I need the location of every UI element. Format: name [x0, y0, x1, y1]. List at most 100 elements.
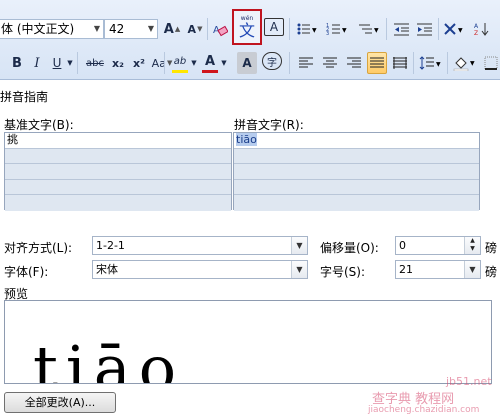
base-text-cell[interactable]: [5, 148, 231, 164]
highlight-button[interactable]: ab: [170, 50, 190, 72]
base-text-value: 挑: [7, 133, 18, 146]
clear-formatting-button[interactable]: A: [210, 18, 230, 40]
chevron-down-icon[interactable]: ▼: [148, 20, 154, 38]
align-right-icon: [347, 57, 361, 68]
ruby-text-value: tiāo: [236, 133, 257, 146]
subscript-button[interactable]: x₂: [109, 52, 127, 74]
underline-label: U: [52, 56, 62, 70]
chevron-down-icon[interactable]: ▼: [464, 261, 480, 278]
ribbon: 体 (中文正文) ▼ 42 ▼ A ▲ A ▼ A wén 文 A ▼ 1 2 3 ▼ ▼…: [0, 0, 500, 80]
phonetic-guide-button[interactable]: wén 文: [232, 9, 262, 45]
offset-unit: 磅: [485, 241, 498, 255]
preview-pane: tiāo: [4, 300, 492, 384]
svg-text:▼: ▼: [458, 27, 463, 34]
font-color-button[interactable]: A: [201, 50, 219, 72]
change-all-button[interactable]: 全部更改(A)...: [4, 392, 116, 413]
alignment-label: 对齐方式(L):: [4, 241, 73, 255]
subscript-label: x₂: [112, 56, 124, 70]
size-unit: 磅: [485, 265, 498, 279]
phonetic-guide-char: 文: [238, 20, 255, 40]
grow-font-button[interactable]: A ▲: [162, 18, 182, 40]
preview-text: tiāo: [33, 332, 185, 384]
alignment-select[interactable]: 1-2-1 ▼: [92, 236, 308, 255]
size-select[interactable]: 21 ▼: [395, 260, 481, 279]
character-border-button[interactable]: A: [264, 18, 284, 36]
character-shading-button[interactable]: A: [237, 52, 257, 74]
strikethrough-button[interactable]: abc: [84, 52, 106, 74]
svg-text:Z: Z: [474, 30, 478, 36]
separator: [289, 52, 290, 74]
multilevel-list-button[interactable]: ▼: [357, 18, 383, 40]
ruby-text-label: 拼音文字(R):: [234, 118, 304, 132]
justify-button[interactable]: [367, 52, 387, 74]
multilevel-list-icon: ▼: [359, 24, 379, 34]
svg-text:▼: ▼: [374, 27, 379, 34]
svg-text:▼: ▼: [312, 27, 317, 34]
base-text-cell[interactable]: [5, 179, 231, 195]
chevron-down-icon[interactable]: ▼: [291, 261, 307, 278]
ruby-text-cell[interactable]: [234, 148, 479, 164]
font-select[interactable]: 宋体 ▼: [92, 260, 308, 279]
italic-button[interactable]: I: [28, 52, 46, 74]
line-spacing-icon: ▼: [419, 56, 441, 70]
line-spacing-button[interactable]: ▼: [418, 52, 444, 74]
shrink-font-button[interactable]: A ▼: [185, 18, 205, 40]
superscript-button[interactable]: x²: [130, 52, 148, 74]
base-text-cell[interactable]: [5, 195, 231, 211]
distributed-button[interactable]: [390, 52, 410, 74]
ruby-text-cell[interactable]: [234, 164, 479, 180]
ruby-text-cell[interactable]: [234, 179, 479, 195]
svg-text:▼: ▼: [436, 61, 441, 68]
enclose-characters-button[interactable]: 字: [262, 52, 282, 70]
font-name-combobox[interactable]: 体 (中文正文) ▼: [0, 19, 104, 39]
offset-label: 偏移量(O):: [320, 241, 379, 255]
size-value: 21: [399, 263, 413, 276]
font-label: 字体(F):: [4, 265, 49, 279]
svg-text:3: 3: [326, 31, 329, 36]
chevron-down-icon: ▼: [67, 59, 73, 67]
superscript-label: x²: [133, 56, 145, 70]
base-text-grid: 挑: [4, 132, 232, 211]
bold-button[interactable]: B: [8, 52, 26, 74]
sort-icon: AZ: [474, 23, 489, 36]
chinese-layout-button[interactable]: ▼: [442, 18, 468, 40]
ruby-text-cell[interactable]: tiāo: [234, 133, 479, 149]
border-icon: [484, 56, 498, 70]
underline-button[interactable]: U: [48, 52, 66, 74]
highlight-label: ab: [173, 55, 187, 67]
separator: [164, 52, 165, 74]
font-size-combobox[interactable]: 42 ▼: [104, 19, 158, 39]
highlight-color-swatch: [172, 70, 188, 73]
base-text-cell[interactable]: [5, 164, 231, 180]
underline-dropdown[interactable]: ▼: [66, 52, 74, 74]
base-text-cell[interactable]: 挑: [5, 133, 231, 149]
increase-indent-icon: [417, 23, 432, 36]
ruby-text-cell[interactable]: [234, 195, 479, 211]
sort-button[interactable]: AZ: [472, 18, 492, 40]
font-color-label: A: [204, 53, 216, 69]
align-left-button[interactable]: [296, 52, 316, 74]
numbering-button[interactable]: 1 2 3 ▼: [325, 18, 351, 40]
decrease-indent-icon: [394, 23, 409, 36]
decrease-indent-button[interactable]: [392, 18, 412, 40]
offset-spinner[interactable]: 0 ▲ ▼: [395, 236, 481, 255]
chinese-layout-icon: ▼: [444, 23, 463, 35]
bullets-button[interactable]: ▼: [295, 18, 321, 40]
chevron-down-icon[interactable]: ▼: [291, 237, 307, 254]
distributed-icon: [393, 57, 407, 69]
shading-button[interactable]: ▼: [452, 52, 478, 74]
numbered-list-icon: 123 ▼: [326, 23, 347, 36]
svg-text:A: A: [474, 23, 479, 30]
align-center-icon: [323, 57, 337, 68]
chevron-down-icon[interactable]: ▼: [94, 20, 100, 38]
align-center-button[interactable]: [320, 52, 340, 74]
borders-button[interactable]: [482, 52, 500, 74]
increase-indent-button[interactable]: [415, 18, 435, 40]
character-shading-label: A: [242, 56, 252, 70]
separator: [438, 18, 439, 40]
strikethrough-label: abc: [86, 57, 104, 69]
align-right-button[interactable]: [344, 52, 364, 74]
font-color-dropdown[interactable]: ▼: [220, 52, 228, 74]
spinner-arrows-icon[interactable]: ▲ ▼: [464, 237, 480, 254]
highlight-dropdown[interactable]: ▼: [190, 52, 198, 74]
